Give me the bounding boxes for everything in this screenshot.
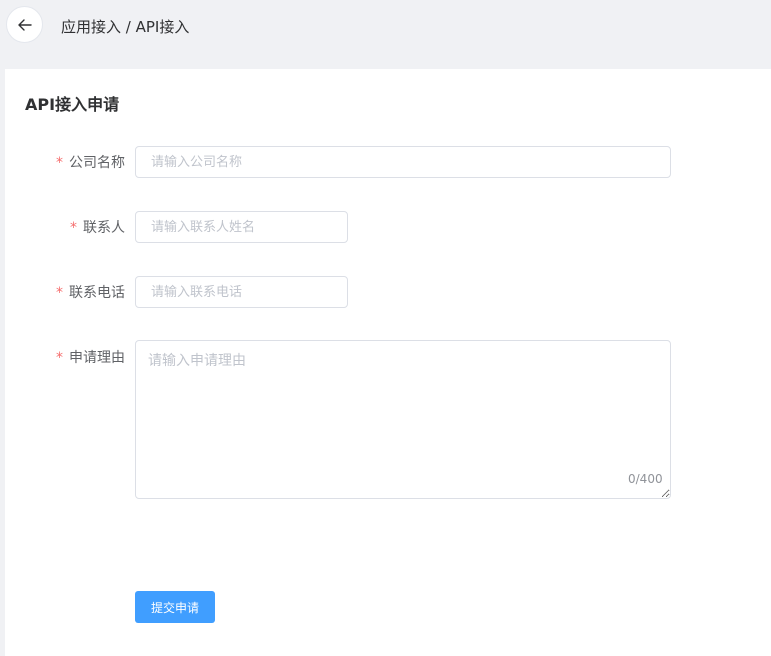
company-label: * 公司名称 bbox=[56, 152, 125, 172]
contact-label: * 联系人 bbox=[70, 217, 125, 237]
company-name-input[interactable] bbox=[135, 146, 671, 178]
top-bar: 应用接入 / API接入 bbox=[0, 0, 771, 52]
required-mark: * bbox=[70, 220, 77, 236]
character-counter: 0/400 bbox=[628, 472, 663, 486]
reason-textarea[interactable] bbox=[135, 340, 671, 499]
phone-label-text: 联系电话 bbox=[69, 285, 125, 301]
arrow-left-icon bbox=[17, 18, 32, 31]
contact-name-input[interactable] bbox=[135, 211, 348, 243]
phone-label: * 联系电话 bbox=[56, 282, 125, 302]
required-mark: * bbox=[56, 155, 63, 171]
submit-button[interactable]: 提交申请 bbox=[135, 591, 215, 623]
required-mark: * bbox=[56, 285, 63, 301]
phone-input[interactable] bbox=[135, 276, 348, 308]
contact-label-text: 联系人 bbox=[83, 220, 125, 236]
breadcrumb: 应用接入 / API接入 bbox=[61, 18, 190, 36]
page-title: API接入申请 bbox=[25, 95, 120, 114]
form-card: API接入申请 * 公司名称 * 联系人 * 联系电话 * 申请理由 0/400 提交申… bbox=[5, 69, 771, 656]
company-label-text: 公司名称 bbox=[69, 155, 125, 171]
required-mark: * bbox=[56, 350, 63, 366]
back-button[interactable] bbox=[6, 6, 43, 43]
reason-label: * 申请理由 bbox=[56, 347, 125, 367]
reason-label-text: 申请理由 bbox=[69, 350, 125, 366]
